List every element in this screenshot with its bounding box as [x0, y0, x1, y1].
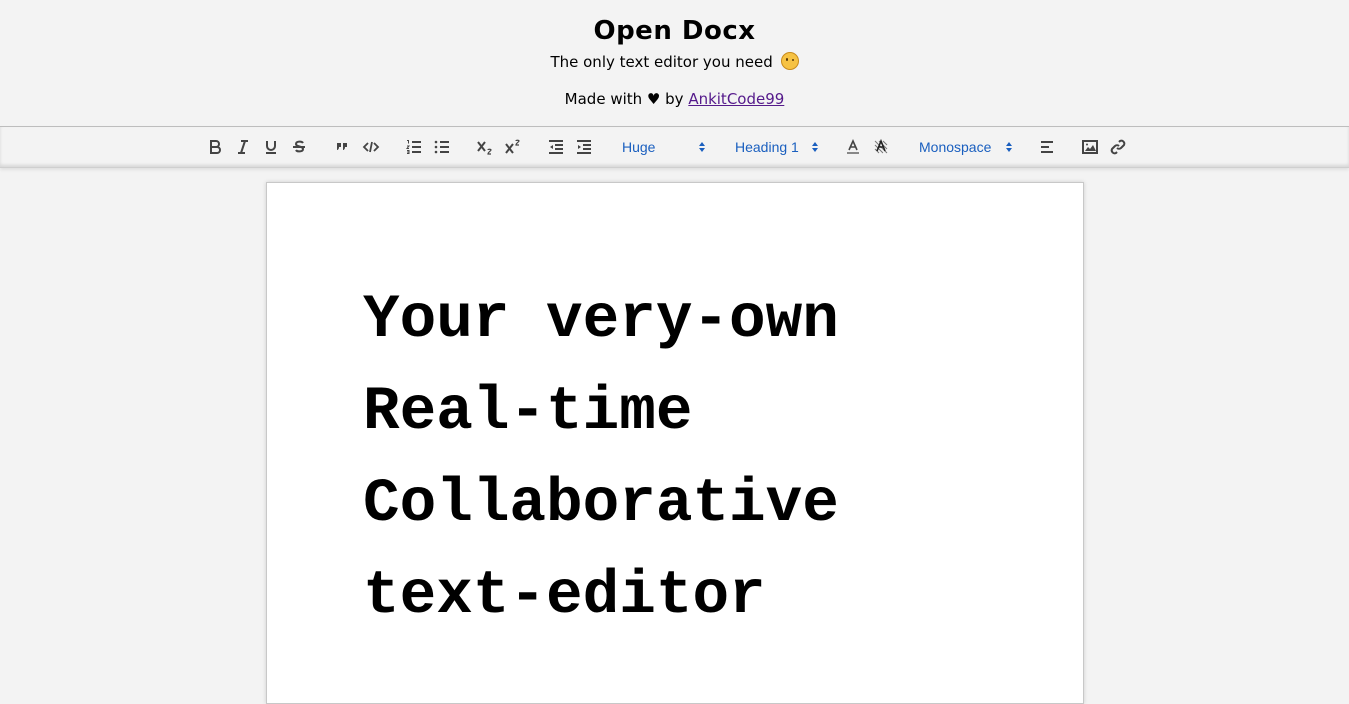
editor-toolbar: Huge Heading 1 Monospace: [0, 126, 1349, 168]
underline-icon: [266, 141, 276, 154]
size-picker[interactable]: Huge: [622, 138, 706, 156]
italic-button[interactable]: [233, 137, 253, 157]
font-picker-label: Monospace: [919, 139, 992, 155]
picker-arrows-icon: [1006, 142, 1012, 152]
background-color-button[interactable]: [871, 137, 891, 157]
document-line: Collaborative: [363, 470, 839, 539]
font-picker[interactable]: Monospace: [919, 138, 1013, 156]
superscript-button[interactable]: [503, 137, 523, 157]
bullet-list-icon: [434, 140, 449, 154]
tagline-text: The only text editor you need: [550, 53, 773, 71]
ordered-list-icon: [405, 140, 421, 154]
document-page[interactable]: Your very-own Real-time Collaborative te…: [266, 182, 1084, 704]
bold-button[interactable]: [205, 137, 225, 157]
strike-button[interactable]: [289, 137, 309, 157]
align-button[interactable]: [1037, 137, 1057, 157]
image-icon: [1082, 140, 1098, 154]
blockquote-button[interactable]: [332, 137, 352, 157]
indent-icon: [577, 140, 591, 154]
subscript-icon: [477, 141, 492, 155]
bullet-list-button[interactable]: [432, 137, 452, 157]
text-color-icon: [847, 139, 859, 154]
subscript-button[interactable]: [475, 137, 495, 157]
blockquote-icon: [337, 143, 347, 150]
app-tagline: The only text editor you need: [0, 52, 1349, 71]
app-header: Open Docx The only text editor you need …: [0, 0, 1349, 125]
picker-arrows-icon: [699, 142, 705, 152]
document-line: Your very-own: [363, 286, 839, 355]
link-icon: [1110, 139, 1126, 155]
author-link[interactable]: AnkitCode99: [688, 90, 784, 108]
app-title: Open Docx: [593, 16, 756, 46]
link-button[interactable]: [1108, 137, 1128, 157]
outdent-icon: [549, 140, 563, 154]
indent-button[interactable]: [574, 137, 594, 157]
italic-icon: [238, 140, 248, 154]
strike-icon: [293, 140, 305, 153]
underline-button[interactable]: [261, 137, 281, 157]
image-button[interactable]: [1080, 137, 1100, 157]
code-button[interactable]: [361, 137, 381, 157]
made-with-text: Made with ♥ by: [564, 90, 684, 108]
outdent-button[interactable]: [546, 137, 566, 157]
ordered-list-button[interactable]: [404, 137, 424, 157]
credit-line: Made with ♥ by AnkitCode99: [0, 90, 1349, 108]
superscript-icon: [505, 139, 520, 154]
picker-arrows-icon: [812, 142, 818, 152]
heading-picker[interactable]: Heading 1: [735, 138, 819, 156]
document-line: Real-time: [363, 378, 693, 447]
code-icon: [362, 141, 380, 153]
heading-picker-label: Heading 1: [735, 139, 799, 155]
text-color-button[interactable]: [843, 137, 863, 157]
document-line: text-editor: [363, 562, 766, 631]
background-color-icon: [874, 138, 888, 154]
size-picker-label: Huge: [622, 139, 656, 155]
align-icon: [1041, 141, 1053, 153]
bold-icon: [210, 140, 221, 154]
document-body[interactable]: Your very-own Real-time Collaborative te…: [363, 275, 1003, 643]
wink-emoji-icon: [780, 52, 799, 70]
